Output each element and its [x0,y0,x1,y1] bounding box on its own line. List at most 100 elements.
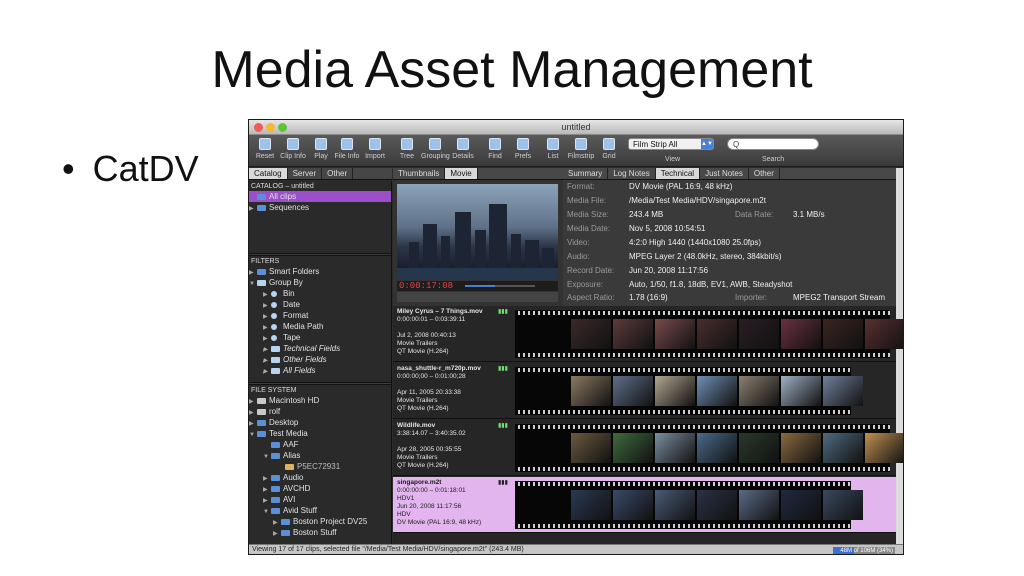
clip-row[interactable]: Wildlife.mov 3:38:14.07 – 3:40:35.02 Apr 2… [393,420,903,476]
clip-row[interactable]: nasa_shuttle-r_m720p.mov 0:00:00;00 – 0:0… [393,363,896,419]
toolbar-button-find[interactable]: Find [481,138,509,160]
clip-thumbnail[interactable] [739,319,779,349]
transport-controls[interactable] [397,292,558,302]
clip-thumbnail[interactable] [823,319,863,349]
tree-item-macintosh-hd[interactable]: ▶ Macintosh HD [249,395,391,406]
tree-item-group-by[interactable]: ▼ Group By [249,277,391,288]
toolbar-button-grid[interactable]: Grid [595,138,623,160]
toolbar-button-prefs[interactable]: Prefs [509,138,537,160]
tree-item-test-media[interactable]: ▼ Test Media [249,428,391,439]
toolbar-button-label: File Info [334,153,360,160]
tree-item-format[interactable]: ▶ Format [249,310,391,321]
tab-other-info[interactable]: Other [749,168,780,179]
tab-summary[interactable]: Summary [563,168,609,179]
tree-item-date[interactable]: ▶ Date [249,299,391,310]
search-input[interactable]: Q [727,138,819,150]
clip-thumbnail[interactable] [739,376,779,406]
clip-thumbnail[interactable] [823,433,863,463]
file-icon [341,138,353,150]
tree-item-alias[interactable]: ▼ Alias [249,450,391,461]
tree-item-boston-stuff[interactable]: ▶ Boston Stuff [249,527,391,538]
tab-server[interactable]: Server [288,168,323,179]
tree-item-desktop[interactable]: ▶ Desktop [249,417,391,428]
dot-icon [271,312,277,319]
filmstrip[interactable] [515,310,903,358]
tree-item-alias-file[interactable]: P5EC72931 [249,461,391,472]
clip-thumbnail[interactable] [865,319,903,349]
clip-thumbnail[interactable] [823,490,863,520]
clip-thumbnail[interactable] [739,490,779,520]
toolbar-button-grouping[interactable]: Grouping [421,138,450,160]
clip-thumbnail[interactable] [823,376,863,406]
tree-item-avi[interactable]: ▶ AVI [249,494,391,505]
clip-thumbnail[interactable] [655,319,695,349]
view-select[interactable]: Film Strip All ▲▼ [628,138,714,150]
toolbar-button-tree[interactable]: Tree [393,138,421,160]
toolbar-button-list[interactable]: List [539,138,567,160]
clip-thumbnail[interactable] [781,490,821,520]
toolbar-button-label: Import [365,153,385,160]
clip-thumbnail[interactable] [781,433,821,463]
clip-thumbnail[interactable] [571,433,611,463]
clip-thumbnail[interactable] [571,490,611,520]
clip-thumbnail[interactable] [613,490,653,520]
tree-item-sequences[interactable]: ▶ Sequences [249,202,391,213]
tree-item-smart-folders[interactable]: ▶ Smart Folders [249,266,391,277]
tab-log-notes[interactable]: Log Notes [608,168,656,179]
toolbar-button-file-info[interactable]: File Info [333,138,361,160]
tab-catalog[interactable]: Catalog [249,168,288,179]
tree-item-rolf[interactable]: ▶ rolf [249,406,391,417]
tree-item-tape[interactable]: ▶ Tape [249,332,391,343]
clip-thumbnail[interactable] [697,433,737,463]
clip-thumbnail[interactable] [613,433,653,463]
filmstrip-badge-icon: ▮▮▮ [498,366,508,372]
timeline-bar[interactable]: 0:00:17:08 [397,281,558,291]
toolbar-button-details[interactable]: Details [449,138,477,160]
tree-item-all-fields[interactable]: ▶ All Fields [249,365,391,376]
clip-thumbnail[interactable] [781,319,821,349]
tree-item-avid-stuff[interactable]: ▼ Avid Stuff [249,505,391,516]
clip-thumbnail[interactable] [739,433,779,463]
tab-technical[interactable]: Technical [655,168,701,179]
clip-row-selected[interactable]: singapore.m2t 0:00:00:00 – 0:01:18:01 HDV1… [393,477,896,533]
clip-thumbnail[interactable] [697,376,737,406]
clip-thumbnail[interactable] [655,376,695,406]
tree-item-media-path[interactable]: ▶ Media Path [249,321,391,332]
clip-thumbnail[interactable] [655,433,695,463]
vertical-scrollbar[interactable] [896,168,903,544]
filmstrip[interactable] [515,424,903,472]
tree-item-other-fields[interactable]: ▶ Other Fields [249,354,391,365]
clip-thumbnail[interactable] [697,319,737,349]
reset-icon [259,138,271,150]
tab-other[interactable]: Other [322,168,354,179]
toolbar-button-clip-info[interactable]: Clip Info [279,138,307,160]
tab-movie[interactable]: Movie [445,168,478,179]
filmstrip[interactable] [515,367,863,415]
video-preview[interactable] [397,184,558,280]
tree-item-technical-fields[interactable]: ▶ Technical Fields [249,343,391,354]
clip-row[interactable]: Miley Cyrus – 7 Things.mov 0:00:00:01 – 0… [393,306,903,362]
clip-thumbnail[interactable] [571,319,611,349]
toolbar-button-play[interactable]: Play [307,138,335,160]
tree-item-aaf[interactable]: AAF [249,439,391,450]
clip-thumbnail[interactable] [613,319,653,349]
clip-thumbnail[interactable] [781,376,821,406]
toolbar-button-reset[interactable]: Reset [251,138,279,160]
tree-item-boston-project[interactable]: ▶ Boston Project DV25 [249,516,391,527]
playhead-slider[interactable] [465,285,535,287]
tree-item-audio[interactable]: ▶ Audio [249,472,391,483]
toolbar-button-label: List [547,153,559,160]
clip-thumbnail[interactable] [865,433,903,463]
tree-item-bin[interactable]: ▶ Bin [249,288,391,299]
clip-thumbnail[interactable] [655,490,695,520]
clip-thumbnail[interactable] [613,376,653,406]
tab-thumbnails[interactable]: Thumbnails [393,168,446,179]
toolbar-button-filmstrip[interactable]: Filmstrip [567,138,595,160]
tab-just-notes[interactable]: Just Notes [700,168,749,179]
filmstrip[interactable] [515,481,863,529]
clip-thumbnail[interactable] [571,376,611,406]
tree-item-avchd[interactable]: ▶ AVCHD [249,483,391,494]
tree-item-all-clips[interactable]: All clips [249,191,391,202]
toolbar-button-import[interactable]: Import [361,138,389,160]
clip-thumbnail[interactable] [697,490,737,520]
